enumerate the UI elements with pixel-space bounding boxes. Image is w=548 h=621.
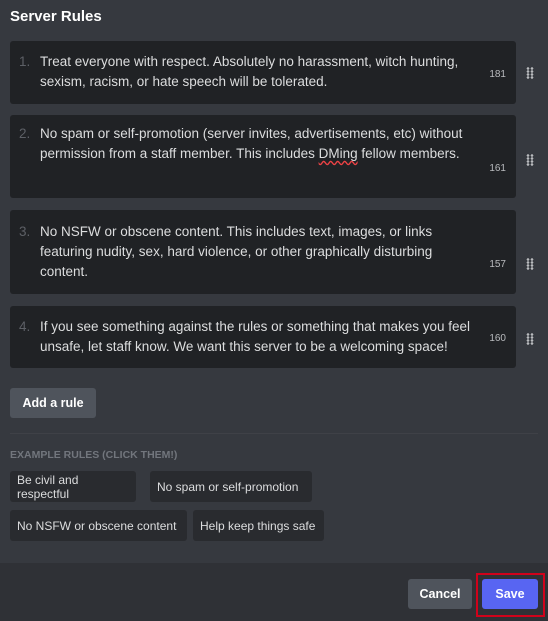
example-rule-chip[interactable]: No spam or self-promotion bbox=[150, 471, 312, 502]
rule-input-4[interactable]: 4. If you see something against the rule… bbox=[10, 306, 516, 368]
drag-handle-icon[interactable] bbox=[526, 258, 534, 272]
misspelled-word: DMing bbox=[318, 146, 358, 161]
rule-text[interactable]: No spam or self-promotion (server invite… bbox=[40, 124, 476, 164]
cancel-button[interactable]: Cancel bbox=[408, 579, 472, 609]
rule-number: 3. bbox=[19, 224, 31, 239]
highlight-box bbox=[476, 573, 545, 617]
drag-handle-icon[interactable] bbox=[526, 154, 534, 168]
rule-number: 4. bbox=[19, 319, 31, 334]
rule-input-3[interactable]: 3. No NSFW or obscene content. This incl… bbox=[10, 210, 516, 294]
rule-input-2[interactable]: 2. No spam or self-promotion (server inv… bbox=[10, 115, 516, 198]
char-count: 181 bbox=[489, 69, 506, 80]
drag-handle-icon[interactable] bbox=[526, 333, 534, 347]
divider bbox=[10, 433, 538, 434]
rule-number: 1. bbox=[19, 54, 31, 69]
char-count: 161 bbox=[489, 163, 506, 174]
add-rule-button[interactable]: Add a rule bbox=[10, 388, 96, 418]
rule-number: 2. bbox=[19, 126, 31, 141]
example-rules-label: EXAMPLE RULES (CLICK THEM!) bbox=[10, 449, 178, 461]
rule-text[interactable]: Treat everyone with respect. Absolutely … bbox=[40, 52, 476, 92]
char-count: 160 bbox=[489, 333, 506, 344]
example-rule-chip[interactable]: Be civil and respectful bbox=[10, 471, 136, 502]
rule-input-1[interactable]: 1. Treat everyone with respect. Absolute… bbox=[10, 41, 516, 104]
page-title: Server Rules bbox=[10, 8, 102, 25]
drag-handle-icon[interactable] bbox=[526, 67, 534, 81]
example-rule-chip[interactable]: Help keep things safe bbox=[193, 510, 324, 541]
rule-text[interactable]: If you see something against the rules o… bbox=[40, 317, 476, 357]
rule-text[interactable]: No NSFW or obscene content. This include… bbox=[40, 222, 476, 282]
char-count: 157 bbox=[489, 259, 506, 270]
rule-text-part: fellow members. bbox=[357, 146, 460, 161]
example-rule-chip[interactable]: No NSFW or obscene content bbox=[10, 510, 187, 541]
